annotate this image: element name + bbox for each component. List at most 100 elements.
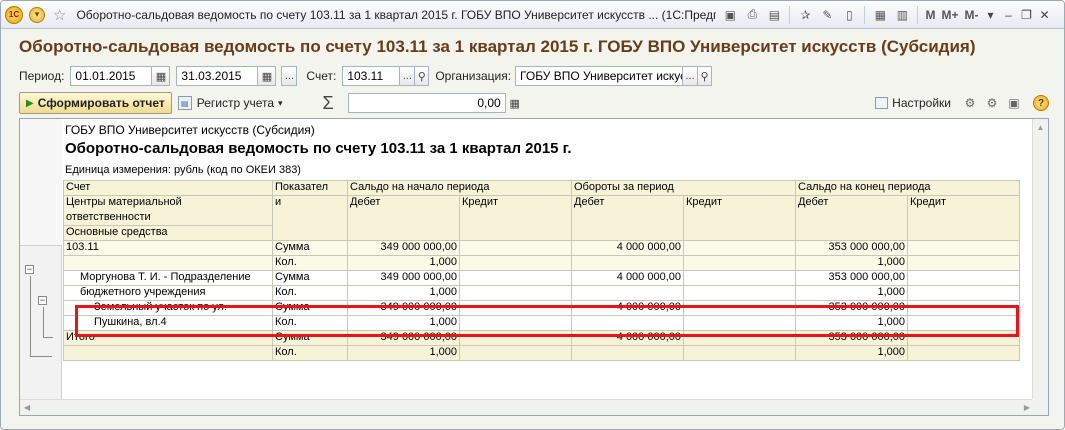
header-resp-centers-cont: ответственности [63, 210, 273, 226]
cell-opening-debit: 349 000 000,00 [347, 270, 460, 286]
cell-turnover-debit [571, 285, 684, 301]
favorite-star-icon[interactable]: ☆ [53, 6, 66, 24]
date-from-input[interactable]: 01.01.2015 [70, 66, 153, 86]
scroll-up-icon[interactable]: ▲ [1033, 119, 1048, 135]
account-search-icon[interactable]: ⚲ [415, 66, 430, 86]
vertical-scrollbar[interactable]: ▲ [1032, 119, 1048, 401]
calendar-icon[interactable]: ▥ [892, 5, 912, 25]
app-window: 1С ▾ ☆ Оборотно-сальдовая ведомость по с… [0, 0, 1065, 430]
edit-icon[interactable]: ✎ [817, 5, 837, 25]
cell-opening-debit: 349 000 000,00 [347, 330, 460, 346]
cell-turnover-credit [683, 300, 796, 316]
app-logo-icon[interactable]: 1С [5, 5, 23, 24]
memory-m-button[interactable]: M [923, 8, 937, 22]
cell-indicator: Сумма [272, 270, 348, 286]
calendar-icon[interactable]: ▦ [152, 66, 171, 86]
table-row[interactable]: бюджетного учреждения Кол. 1,000 1,000 [63, 285, 1020, 301]
scroll-right-icon[interactable]: ▶ [1024, 403, 1030, 412]
header-turnover: Обороты за период [571, 180, 796, 196]
table-row[interactable]: Пушкина, вл.4 Кол. 1,000 1,000 [63, 315, 1020, 331]
preview-icon[interactable]: ▤ [764, 5, 784, 25]
cell-turnover-debit: 4 000 000,00 [571, 270, 684, 286]
save-settings-icon[interactable]: ⚙ [983, 94, 1001, 112]
tree-line [43, 307, 44, 337]
cell-turnover-credit [683, 315, 796, 331]
account-select-button[interactable]: ... [400, 66, 416, 86]
minimize-icon[interactable]: – [1000, 7, 1016, 23]
help-icon[interactable]: ? [1033, 95, 1049, 111]
organization-select-button[interactable]: ... [683, 66, 699, 86]
add-favorite-icon[interactable]: ✰ [795, 5, 815, 25]
header-debit: Дебет [571, 195, 684, 241]
header-debit: Дебет [795, 195, 908, 241]
organization-search-icon[interactable]: ⚲ [698, 66, 713, 86]
cell-turnover-credit [683, 330, 796, 346]
cell-closing-credit [907, 255, 1020, 271]
scroll-left-icon[interactable]: ◀ [24, 403, 30, 412]
generate-report-button[interactable]: ▶ Сформировать отчет [19, 92, 172, 114]
horizontal-scrollbar[interactable]: ◀ ▶ [20, 399, 1034, 415]
window-title: Оборотно-сальдовая ведомость по счету 10… [76, 7, 717, 22]
params-row: Период: 01.01.2015 ▦ 31.03.2015 ▦ ... Сч… [19, 65, 713, 87]
cell-name [63, 255, 273, 271]
cell-name: 103.11 [63, 240, 273, 256]
options-icon[interactable]: ▣ [1005, 94, 1023, 112]
cell-closing-debit: 353 000 000,00 [795, 270, 908, 286]
memory-plus-button[interactable]: M+ [939, 8, 960, 22]
cell-opening-credit [459, 300, 572, 316]
collapse-group-icon[interactable]: − [25, 265, 34, 274]
restore-icon[interactable]: ❐ [1018, 7, 1034, 23]
cell-name: бюджетного учреждения [63, 285, 273, 301]
dropdown-arrow-icon[interactable]: ▾ [982, 7, 998, 23]
register-dropdown[interactable]: ▤ Регистр учета ▾ [177, 96, 283, 110]
header-credit: Кредит [907, 195, 1020, 241]
selection-sum-field[interactable]: 0,00 [347, 93, 506, 113]
table-row[interactable]: Земельный участок по ул. Сумма 349 000 0… [63, 300, 1020, 316]
memory-minus-button[interactable]: M- [962, 8, 980, 22]
header-account: Счет [63, 180, 273, 196]
cell-closing-credit [907, 270, 1020, 286]
settings-button[interactable]: Настройки [875, 96, 951, 110]
collapse-group-icon[interactable]: − [38, 296, 47, 305]
total-row[interactable]: Итого Сумма 349 000 000,00 4 000 000,00 … [63, 330, 1020, 346]
cell-name: Моргунова Т. И. - Подразделение [63, 270, 273, 286]
cell-opening-credit [459, 345, 572, 361]
main-menu-chevron-icon[interactable]: ▾ [29, 6, 45, 23]
total-row[interactable]: Кол. 1,000 1,000 [63, 345, 1020, 361]
load-settings-icon[interactable]: ⚙ [961, 94, 979, 112]
calculator-icon[interactable]: ▦ [870, 5, 890, 25]
calculator-icon[interactable]: ▦ [506, 93, 524, 113]
header-row: Центры материальной и Дебет Кредит Дебет… [63, 195, 1020, 241]
cell-opening-credit [459, 240, 572, 256]
cell-closing-debit: 1,000 [795, 315, 908, 331]
organization-label: Организация: [435, 69, 512, 83]
save-icon[interactable]: ▣ [720, 5, 740, 25]
report-spreadsheet[interactable]: − − ГОБУ ВПО Университет искусств (Субси… [19, 118, 1049, 416]
document-icon[interactable]: ▯ [839, 5, 859, 25]
table-row[interactable]: Кол. 1,000 1,000 [63, 255, 1020, 271]
cell-indicator: Кол. [272, 255, 348, 271]
cell-total-name [63, 345, 273, 361]
header-credit: Кредит [683, 195, 796, 241]
print-icon[interactable]: ⎙ [742, 5, 762, 25]
cell-opening-debit: 349 000 000,00 [347, 240, 460, 256]
cell-closing-credit [907, 345, 1020, 361]
account-label: Счет: [306, 69, 337, 83]
account-input[interactable]: 103.11 [342, 66, 401, 86]
header-fixed-assets: Основные средства [63, 225, 273, 241]
cell-opening-credit [459, 315, 572, 331]
table-row[interactable]: Моргунова Т. И. - Подразделение Сумма 34… [63, 270, 1020, 286]
date-to-input[interactable]: 31.03.2015 [176, 66, 259, 86]
close-icon[interactable]: ✕ [1036, 7, 1052, 23]
organization-input[interactable]: ГОБУ ВПО Университет искусств [515, 66, 684, 86]
cell-turnover-debit [571, 345, 684, 361]
cell-opening-credit [459, 285, 572, 301]
cell-indicator: Кол. [272, 285, 348, 301]
cell-indicator: Кол. [272, 315, 348, 331]
settings-label: Настройки [892, 96, 951, 110]
table-row[interactable]: 103.11 Сумма 349 000 000,00 4 000 000,00… [63, 240, 1020, 256]
calendar-icon[interactable]: ▦ [258, 66, 277, 86]
cell-turnover-debit [571, 315, 684, 331]
title-bar: 1С ▾ ☆ Оборотно-сальдовая ведомость по с… [1, 1, 1064, 29]
period-select-button[interactable]: ... [281, 66, 298, 86]
